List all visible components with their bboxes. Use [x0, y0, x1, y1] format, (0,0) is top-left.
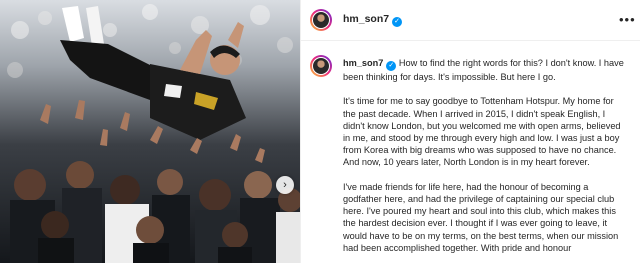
verified-badge-icon: ✓ [386, 61, 397, 71]
verified-badge-icon: ✓ [392, 17, 403, 27]
caption-avatar[interactable] [310, 55, 332, 77]
caption-paragraph: It's time for me to say goodbye to Totte… [343, 96, 621, 168]
caption-paragraph: I've made friends for life here, had the… [343, 181, 619, 253]
post-side-panel: hm_son7 ✓ ••• hm_son7 ✓ How to find the ri… [300, 0, 640, 263]
next-photo-button[interactable]: › [276, 176, 294, 194]
post-photo[interactable]: › [0, 0, 300, 263]
more-options-icon[interactable]: ••• [619, 13, 636, 26]
profile-avatar[interactable] [310, 9, 332, 31]
header-username: hm_son7 [343, 13, 390, 25]
header-username-link[interactable]: hm_son7 ✓ [343, 13, 403, 27]
avatar-image [313, 58, 329, 74]
post-header: hm_son7 ✓ ••• [300, 0, 640, 41]
caption-username[interactable]: hm_son7 [343, 58, 383, 68]
caption-text: How to find the right words for this? I … [343, 58, 624, 82]
post-photo-image [0, 0, 300, 263]
avatar-image [313, 12, 329, 28]
chevron-right-icon: › [283, 178, 287, 191]
caption-paragraph: hm_son7 ✓ How to find the right words for… [343, 57, 627, 83]
post-caption: hm_son7 ✓ How to find the right words for… [343, 57, 627, 263]
